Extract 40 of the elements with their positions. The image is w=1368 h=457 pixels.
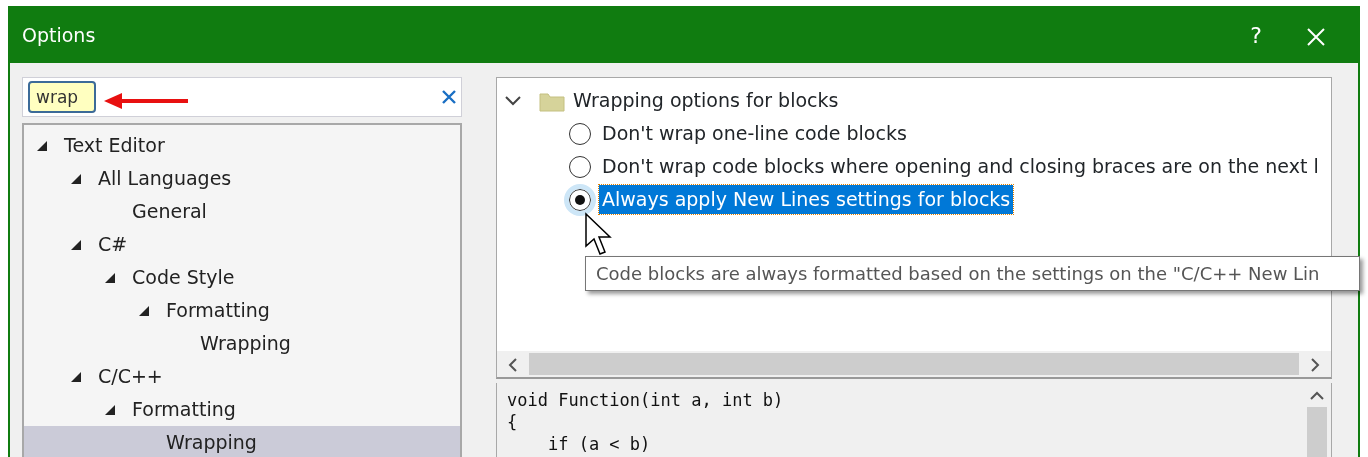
code-line: { (507, 411, 519, 433)
tree-label: Formatting (132, 397, 236, 423)
tree-item[interactable]: C/C++ (24, 360, 460, 393)
tree-item[interactable]: All Languages (24, 162, 460, 195)
tree-item[interactable]: Wrapping (24, 327, 460, 360)
window-title: Options (22, 23, 97, 49)
tree-item[interactable]: Wrapping (24, 426, 460, 457)
tree-label: Code Style (132, 265, 235, 291)
tree-label: General (132, 199, 207, 225)
tree-label: C# (98, 232, 128, 258)
chevron-down-icon[interactable] (505, 95, 521, 106)
radio-button[interactable] (569, 122, 591, 145)
tree-label: All Languages (98, 166, 232, 192)
tree-item[interactable]: Formatting (24, 393, 460, 426)
mouse-pointer-icon (584, 212, 612, 256)
scroll-up-icon[interactable] (1310, 391, 1324, 401)
tree-item[interactable]: Code Style (24, 261, 460, 294)
tree-item[interactable]: C# (24, 228, 460, 261)
tree-item[interactable]: General (24, 195, 460, 228)
search-field[interactable]: wrap (22, 77, 462, 117)
help-button[interactable]: ? (1226, 19, 1286, 52)
tree-label: Wrapping (200, 331, 291, 357)
tree-label: Wrapping (166, 430, 257, 456)
search-term[interactable]: wrap (28, 81, 96, 113)
code-line: void Function(int a, int b) (507, 389, 785, 411)
tree-label: C/C++ (98, 364, 163, 390)
option-label[interactable]: Don't wrap one-line code blocks (599, 119, 910, 148)
tree-label: Formatting (166, 298, 270, 324)
radio-button[interactable] (569, 155, 591, 178)
group-label: Wrapping options for blocks (573, 88, 839, 114)
tree-label: Text Editor (64, 133, 165, 159)
tree-item[interactable]: Text Editor (24, 129, 460, 162)
close-icon[interactable] (1306, 27, 1326, 47)
clear-icon[interactable] (441, 89, 457, 105)
horizontal-scrollbar[interactable] (497, 351, 1331, 377)
code-line: if (a < b) (546, 433, 652, 455)
tree-item[interactable]: Formatting (24, 294, 460, 327)
tooltip: Code blocks are always formatted based on the settings on the "C/C++ New Lin (585, 256, 1360, 291)
option-label[interactable]: Always apply New Lines settings for blocks (599, 185, 1014, 214)
option-label[interactable]: Don't wrap code blocks where opening and closing braces are on the next l (599, 152, 1322, 181)
